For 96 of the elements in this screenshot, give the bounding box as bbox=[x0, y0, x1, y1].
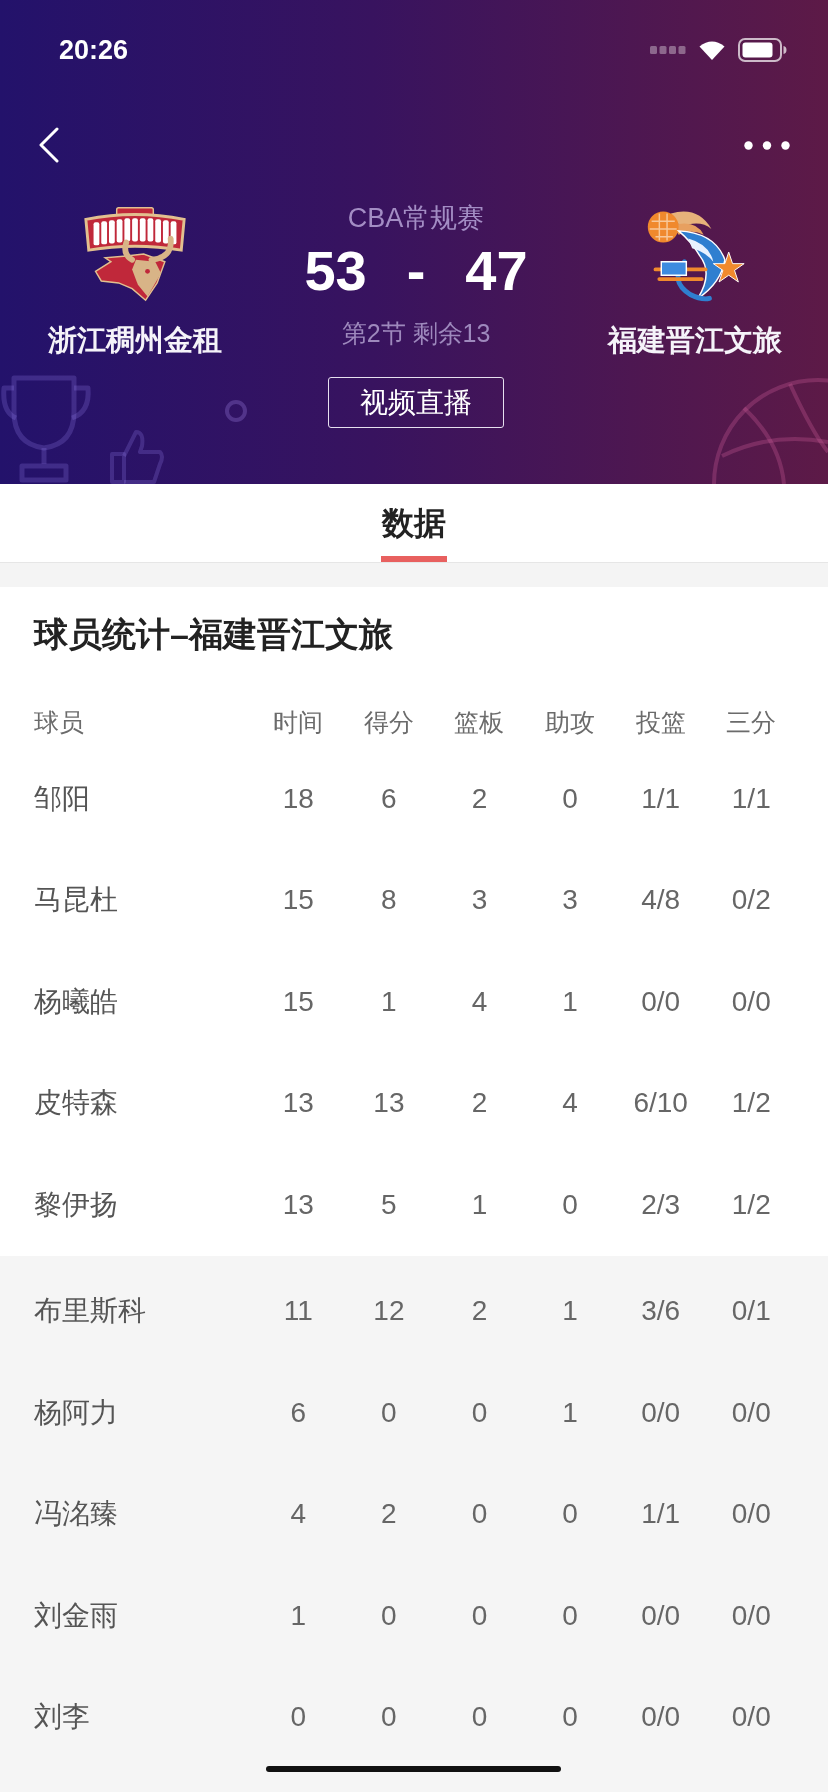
column-header: 篮板 bbox=[454, 707, 505, 737]
player-name: 马昆杜 bbox=[34, 885, 118, 916]
away-score: 47 bbox=[465, 241, 528, 301]
player-name: 邹阳 bbox=[34, 783, 90, 814]
stat-cell: 0/1 bbox=[731, 1296, 771, 1327]
section-title: 球员统计–福建晋江文旅 bbox=[34, 614, 393, 654]
stat-cell: 1/2 bbox=[731, 1189, 771, 1220]
stat-cell: 2 bbox=[471, 1296, 488, 1327]
stat-cell: 1 bbox=[471, 1189, 488, 1220]
stat-cell: 4 bbox=[290, 1499, 307, 1530]
home-score: 53 bbox=[304, 241, 367, 301]
stat-cell: 6 bbox=[290, 1397, 307, 1428]
stat-cell: 2 bbox=[471, 783, 488, 814]
stat-cell: 1 bbox=[381, 986, 397, 1017]
stat-cell: 0 bbox=[381, 1702, 397, 1733]
stat-cell: 1/1 bbox=[641, 783, 681, 814]
stat-cell: 0 bbox=[562, 1499, 578, 1530]
player-name: 刘李 bbox=[34, 1702, 90, 1733]
stat-cell: 4 bbox=[471, 986, 488, 1017]
stat-cell: 0/2 bbox=[731, 885, 771, 916]
stat-cell: 0/0 bbox=[731, 1499, 771, 1530]
game-period: 第2节 剩余13 bbox=[341, 318, 491, 348]
more-button[interactable] bbox=[744, 140, 790, 150]
stat-cell: 0 bbox=[381, 1397, 397, 1428]
stat-cell: 3/6 bbox=[641, 1296, 681, 1327]
back-icon bbox=[39, 127, 59, 163]
stat-cell: 1 bbox=[562, 1296, 578, 1327]
player-name: 黎伊扬 bbox=[34, 1189, 118, 1220]
stat-cell: 6 bbox=[381, 783, 397, 814]
stat-cell: 0 bbox=[471, 1499, 488, 1530]
stat-cell: 0 bbox=[381, 1600, 397, 1631]
stat-cell: 1/1 bbox=[731, 783, 771, 814]
stat-cell: 1 bbox=[562, 1397, 578, 1428]
stat-cell: 13 bbox=[373, 1088, 405, 1119]
stat-cell: 15 bbox=[282, 986, 314, 1017]
stat-cell: 1 bbox=[562, 986, 578, 1017]
stat-cell: 12 bbox=[373, 1296, 405, 1327]
stat-cell: 18 bbox=[282, 783, 314, 814]
stat-cell: 0 bbox=[562, 783, 578, 814]
stat-cell: 1/1 bbox=[641, 1499, 681, 1530]
stat-cell: 13 bbox=[282, 1088, 314, 1119]
stat-cell: 0/0 bbox=[641, 1397, 681, 1428]
stat-cell: 0/0 bbox=[731, 1397, 771, 1428]
column-header: 球员 bbox=[34, 707, 84, 737]
stat-cell: 11 bbox=[283, 1296, 313, 1327]
battery-icon bbox=[738, 38, 787, 62]
stat-cell: 2/3 bbox=[641, 1189, 681, 1220]
stat-cell: 0 bbox=[471, 1702, 488, 1733]
stat-cell: 0/0 bbox=[641, 986, 681, 1017]
stat-cell: 0 bbox=[471, 1397, 488, 1428]
signal-icon bbox=[650, 46, 686, 54]
player-name: 杨阿力 bbox=[34, 1397, 118, 1428]
stat-cell: 2 bbox=[471, 1088, 488, 1119]
more-icon bbox=[744, 140, 790, 150]
stat-cell: 0 bbox=[562, 1189, 578, 1220]
column-header: 助攻 bbox=[545, 707, 596, 737]
player-name: 杨曦皓 bbox=[34, 986, 118, 1017]
stat-cell: 0/0 bbox=[731, 1702, 771, 1733]
stat-cell: 4 bbox=[562, 1088, 578, 1119]
column-header: 得分 bbox=[363, 707, 414, 737]
league-name: CBA常规赛 bbox=[347, 203, 485, 233]
stat-cell: 0 bbox=[471, 1600, 488, 1631]
stat-cell: 5 bbox=[381, 1189, 397, 1220]
player-name: 冯洺臻 bbox=[34, 1499, 118, 1530]
bull-logo-icon bbox=[82, 205, 188, 303]
stat-cell: 2 bbox=[381, 1499, 397, 1530]
away-team-name: 福建晋江文旅 bbox=[608, 323, 782, 358]
ring-icon bbox=[224, 399, 248, 423]
player-name: 皮特森 bbox=[34, 1088, 118, 1119]
stat-cell: 15 bbox=[282, 885, 314, 916]
score-separator: - bbox=[406, 241, 426, 301]
column-header: 三分 bbox=[726, 707, 777, 737]
column-header: 时间 bbox=[273, 707, 324, 737]
column-header: 投篮 bbox=[635, 707, 686, 737]
status-time: 20:26 bbox=[59, 34, 129, 66]
stat-cell: 0/0 bbox=[641, 1600, 681, 1631]
stat-cell: 0/0 bbox=[731, 1600, 771, 1631]
stat-cell: 0 bbox=[562, 1600, 578, 1631]
stat-cell: 0/0 bbox=[731, 986, 771, 1017]
player-name: 布里斯科 bbox=[34, 1296, 146, 1327]
stat-cell: 0 bbox=[290, 1702, 307, 1733]
stat-cell: 3 bbox=[471, 885, 488, 916]
stat-cell: 13 bbox=[282, 1189, 314, 1220]
stat-cell: 1/2 bbox=[731, 1088, 771, 1119]
live-video-button[interactable]: 视频直播 bbox=[328, 377, 504, 428]
stat-cell: 3 bbox=[562, 885, 578, 916]
stat-cell: 0/0 bbox=[641, 1702, 681, 1733]
wifi-icon bbox=[699, 40, 725, 60]
stat-cell: 1 bbox=[290, 1600, 307, 1631]
stat-cell: 6/10 bbox=[633, 1088, 688, 1119]
stat-cell: 8 bbox=[381, 885, 397, 916]
player-name: 刘金雨 bbox=[34, 1600, 118, 1631]
stat-cell: 0 bbox=[562, 1702, 578, 1733]
home-team-name: 浙江稠州金租 bbox=[48, 323, 222, 358]
back-button[interactable] bbox=[39, 127, 59, 163]
stat-cell: 4/8 bbox=[641, 885, 681, 916]
